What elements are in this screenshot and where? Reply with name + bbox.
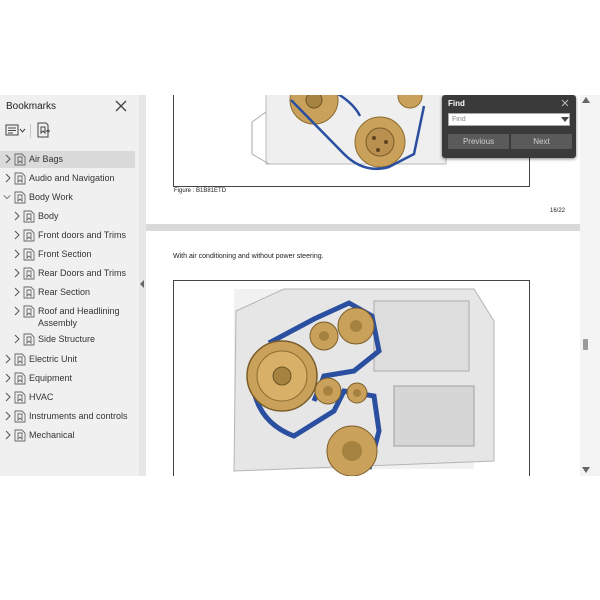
bookmark-icon: [23, 286, 35, 299]
chevron-right-icon[interactable]: [13, 249, 21, 259]
bookmark-icon: [14, 172, 26, 185]
chevron-down-icon[interactable]: [3, 192, 11, 202]
bookmark-label: Body: [38, 211, 59, 221]
bookmark-label: Roof and Headlining Assembly: [38, 306, 120, 328]
collapse-panel-icon[interactable]: [140, 280, 145, 288]
bookmark-item-electric-unit[interactable]: Electric Unit: [0, 351, 135, 368]
bookmark-item-roof-and-headlining-assembly[interactable]: Roof and Headlining Assembly: [0, 303, 135, 330]
bookmark-label: Rear Section: [38, 287, 91, 297]
bookmark-label: Front doors and Trims: [38, 230, 127, 240]
bookmark-label: Side Structure: [38, 334, 96, 344]
bookmarks-title: Bookmarks: [6, 101, 57, 112]
bookmarks-toolbar: [0, 121, 139, 141]
bookmark-icon: [14, 372, 26, 385]
bookmark-item-mechanical[interactable]: Mechanical: [0, 427, 135, 444]
previous-button[interactable]: Previous: [448, 134, 509, 149]
page-number: 16/22: [550, 208, 566, 214]
scroll-thumb[interactable]: [583, 339, 588, 350]
bookmark-icon: [14, 429, 26, 442]
section-heading: With air conditioning and without power …: [173, 253, 324, 260]
chevron-right-icon[interactable]: [4, 354, 12, 364]
chevron-right-icon[interactable]: [4, 373, 12, 383]
bookmark-item-front-doors-and-trims[interactable]: Front doors and Trims: [0, 227, 135, 244]
bookmark-icon: [14, 410, 26, 423]
bookmarks-header: Bookmarks: [0, 95, 139, 119]
bookmark-icon: [23, 210, 35, 223]
bookmark-item-air-bags[interactable]: Air Bags: [0, 151, 135, 168]
bookmark-label: Air Bags: [29, 154, 64, 164]
toolbar-separator: [30, 124, 31, 138]
bookmark-label: Rear Doors and Trims: [38, 268, 127, 278]
bookmark-label: Instruments and controls: [29, 411, 128, 421]
bookmark-icon: [23, 267, 35, 280]
bookmark-icon: [23, 248, 35, 261]
bookmark-icon: [23, 305, 35, 318]
engine-belt-diagram: [233, 288, 495, 476]
bookmark-icon: [14, 391, 26, 404]
lower-figure: [173, 280, 530, 476]
chevron-right-icon[interactable]: [4, 154, 12, 164]
bookmark-label: Equipment: [29, 373, 73, 383]
bookmark-options-icon[interactable]: [5, 123, 27, 138]
new-bookmark-icon[interactable]: [35, 122, 51, 138]
chevron-right-icon[interactable]: [13, 230, 21, 240]
pdf-viewer: Bookmarks Air Bags Audio and Navigation …: [0, 95, 600, 476]
bookmark-item-side-structure[interactable]: Side Structure: [0, 331, 135, 348]
bookmark-item-audio-and-navigation[interactable]: Audio and Navigation: [0, 170, 135, 187]
chevron-right-icon[interactable]: [4, 173, 12, 183]
bookmark-label: HVAC: [29, 392, 54, 402]
bookmark-item-hvac[interactable]: HVAC: [0, 389, 135, 406]
chevron-right-icon[interactable]: [13, 211, 21, 221]
bookmark-label: Audio and Navigation: [29, 173, 115, 183]
bookmark-item-equipment[interactable]: Equipment: [0, 370, 135, 387]
bookmark-icon: [14, 353, 26, 366]
bookmark-label: Body Work: [29, 192, 73, 202]
bookmark-item-body[interactable]: Body: [0, 208, 135, 225]
chevron-right-icon[interactable]: [4, 430, 12, 440]
bookmark-item-rear-section[interactable]: Rear Section: [0, 284, 135, 301]
bookmark-icon: [14, 191, 26, 204]
bookmark-icon: [14, 153, 26, 166]
close-icon[interactable]: [113, 98, 129, 114]
chevron-right-icon[interactable]: [13, 287, 21, 297]
chevron-right-icon[interactable]: [4, 411, 12, 421]
bookmark-item-rear-doors-and-trims[interactable]: Rear Doors and Trims: [0, 265, 135, 282]
bookmark-label: Front Section: [38, 249, 92, 259]
page-break: [146, 224, 580, 231]
chevron-right-icon[interactable]: [13, 334, 21, 344]
find-field[interactable]: [448, 113, 570, 126]
scroll-up-icon[interactable]: [582, 97, 590, 103]
find-panel: Find Previous Next: [442, 95, 576, 158]
bookmark-icon: [23, 229, 35, 242]
find-title: Find: [448, 99, 465, 108]
bookmark-item-instruments-and-controls[interactable]: Instruments and controls: [0, 408, 135, 425]
chevron-right-icon[interactable]: [13, 268, 21, 278]
bookmark-item-front-section[interactable]: Front Section: [0, 246, 135, 263]
chevron-right-icon[interactable]: [13, 306, 21, 316]
figure-caption: Figure : B1B81ETD: [174, 188, 227, 194]
bookmark-label: Electric Unit: [29, 354, 78, 364]
bookmark-icon: [23, 333, 35, 346]
bookmark-item-body-work[interactable]: Body Work: [0, 189, 135, 206]
chevron-right-icon[interactable]: [4, 392, 12, 402]
bookmark-label: Mechanical: [29, 430, 75, 440]
next-button[interactable]: Next: [511, 134, 572, 149]
chevron-down-icon[interactable]: [561, 117, 569, 123]
vertical-scrollbar[interactable]: [580, 95, 600, 476]
find-input[interactable]: [449, 114, 562, 125]
scroll-down-icon[interactable]: [582, 467, 590, 473]
close-icon[interactable]: [560, 98, 570, 108]
bookmarks-panel: Bookmarks Air Bags Audio and Navigation …: [0, 95, 140, 476]
